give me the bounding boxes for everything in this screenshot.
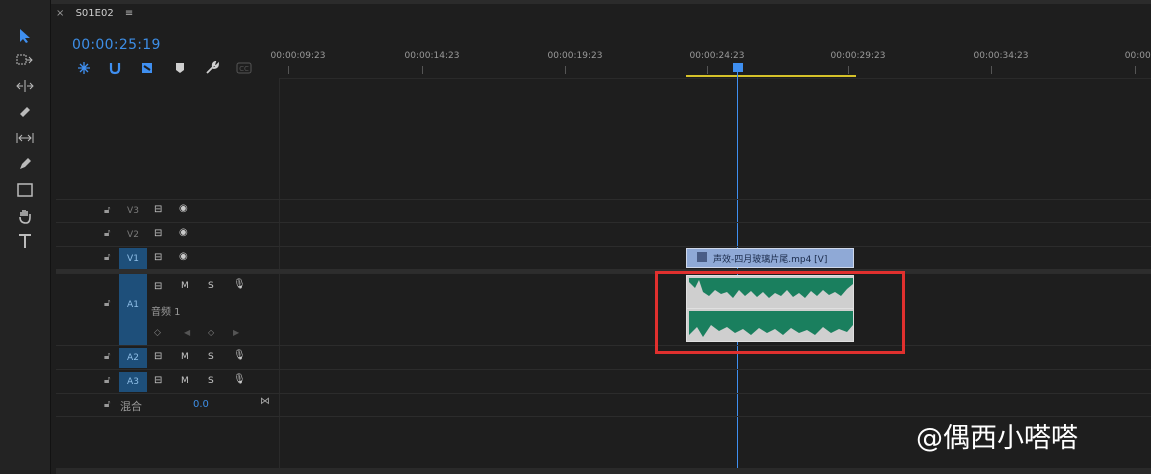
eye-icon[interactable]: ◉ — [179, 251, 188, 262]
lock-icon[interactable]: 🔓︎ — [104, 252, 110, 263]
lock-icon[interactable]: 🔓︎ — [104, 399, 110, 410]
hand-tool-icon[interactable] — [14, 206, 36, 226]
track-a1-name: 音频 1 — [151, 307, 181, 318]
slip-tool-icon[interactable] — [14, 128, 36, 148]
selection-tool-icon[interactable] — [14, 26, 36, 46]
sequence-tab[interactable]: × S01E02 ≡ — [56, 8, 133, 30]
video-clip-label: 声效-四月玻璃片尾.mp4 [V] — [713, 255, 828, 265]
ruler-tick — [707, 66, 708, 74]
svg-text:CC: CC — [239, 65, 249, 73]
horizontal-scrollbar[interactable] — [56, 468, 1151, 474]
prev-keyframe-icon[interactable]: ◀ — [184, 328, 190, 337]
next-keyframe-icon[interactable]: ▶ — [233, 328, 239, 337]
mix-end-icon[interactable]: ⋈ — [260, 396, 270, 407]
solo-button[interactable]: S — [208, 281, 214, 291]
linked-selection-icon[interactable] — [139, 60, 155, 76]
track-a3-label[interactable]: A3 — [119, 372, 147, 392]
video-clip[interactable]: 声效-四月玻璃片尾.mp4 [V] — [686, 248, 854, 268]
solo-button[interactable]: S — [208, 352, 214, 362]
track-v2-label[interactable]: V2 — [119, 225, 147, 245]
ripple-edit-tool-icon[interactable] — [14, 76, 36, 96]
solo-button[interactable]: S — [208, 376, 214, 386]
lock-icon[interactable]: 🔓︎ — [104, 205, 110, 216]
ruler-tick-label: 00:00:24:23 — [689, 51, 745, 61]
playhead-handle[interactable] — [733, 63, 743, 72]
settings-wrench-icon[interactable] — [204, 60, 220, 76]
ruler-tick-label: 00:00:14:23 — [404, 51, 460, 61]
type-tool-icon[interactable] — [14, 231, 36, 251]
ruler-tick — [1135, 66, 1136, 74]
sequence-tab-label: S01E02 — [75, 8, 114, 19]
track-select-tool-icon[interactable] — [14, 50, 36, 70]
ruler-tick — [991, 66, 992, 74]
ruler-tick — [288, 66, 289, 74]
mix-track-label: 混合 — [120, 400, 142, 413]
track-mix: 🔓︎ 混合 ⋈ — [56, 393, 1151, 417]
add-keyframe-icon[interactable]: ◇ — [208, 328, 214, 337]
ruler-tick-label: 00:00:39 — [1124, 51, 1151, 61]
track-v1: 🔓︎ V1 ⊟ ◉ — [56, 246, 1151, 270]
lock-icon[interactable]: 🔓︎ — [104, 228, 110, 239]
ruler-tick — [565, 66, 566, 74]
track-a3: 🔓︎ A3 ⊟ M S 🎙︎ — [56, 369, 1151, 394]
keyframe-toggle-icon[interactable]: ◇ — [154, 328, 161, 338]
track-a1: 🔓︎ A1 ⊟ M S 🎙︎ 音频 1 ◇ ◀ ◇ ▶ — [56, 273, 1151, 346]
ruler-tick-label: 00:00:29:23 — [830, 51, 886, 61]
sync-lock-icon[interactable]: ⊟ — [154, 204, 162, 215]
snap-icon[interactable] — [107, 60, 123, 76]
microphone-icon[interactable]: 🎙︎ — [233, 374, 246, 385]
lock-icon[interactable]: 🔓︎ — [104, 351, 110, 362]
rectangle-tool-icon[interactable] — [14, 180, 36, 200]
track-a2: 🔓︎ A2 ⊟ M S 🎙︎ — [56, 345, 1151, 370]
ruler-tick — [848, 66, 849, 74]
highlight-box — [655, 271, 905, 354]
mix-volume-value[interactable]: 0.0 — [193, 399, 209, 410]
timecode-display[interactable]: 00:00:25:19 — [72, 37, 161, 53]
mute-button[interactable]: M — [181, 352, 189, 362]
track-v3: 🔓︎ V3 ⊟ ◉ — [56, 199, 1151, 223]
sync-lock-icon[interactable]: ⊟ — [154, 375, 162, 386]
panel-top-border — [51, 0, 1151, 4]
lock-icon[interactable]: 🔓︎ — [104, 298, 110, 309]
track-v1-label[interactable]: V1 — [119, 248, 147, 270]
track-v2: 🔓︎ V2 ⊟ ◉ — [56, 222, 1151, 247]
eye-icon[interactable]: ◉ — [179, 227, 188, 238]
close-icon[interactable]: × — [56, 8, 64, 19]
eye-icon[interactable]: ◉ — [179, 203, 188, 214]
ruler-tick-label: 00:00:34:23 — [973, 51, 1029, 61]
ruler-tick-label: 00:00:09:23 — [270, 51, 326, 61]
sync-lock-icon[interactable]: ⊟ — [154, 281, 162, 292]
ruler-tick-label: 00:00:19:23 — [547, 51, 603, 61]
sync-lock-icon[interactable]: ⊟ — [154, 228, 162, 239]
menu-icon[interactable]: ≡ — [125, 8, 133, 19]
microphone-icon[interactable]: 🎙︎ — [233, 350, 246, 361]
track-a2-label[interactable]: A2 — [119, 348, 147, 368]
sync-lock-icon[interactable]: ⊟ — [154, 351, 162, 362]
ruler-tick — [422, 66, 423, 74]
captions-icon[interactable]: CC — [236, 60, 252, 76]
lock-icon[interactable]: 🔓︎ — [104, 375, 110, 386]
work-area-bar[interactable] — [686, 75, 856, 77]
sync-lock-icon[interactable]: ⊟ — [154, 252, 162, 263]
mute-button[interactable]: M — [181, 376, 189, 386]
track-v3-label[interactable]: V3 — [119, 201, 147, 221]
microphone-icon[interactable]: 🎙︎ — [233, 279, 246, 290]
add-marker-icon[interactable] — [172, 60, 188, 76]
nest-icon[interactable] — [76, 60, 92, 76]
mute-button[interactable]: M — [181, 281, 189, 291]
pen-tool-icon[interactable] — [14, 154, 36, 174]
razor-tool-icon[interactable] — [14, 102, 36, 122]
fx-badge-icon — [697, 252, 707, 262]
tools-panel — [0, 0, 51, 474]
track-a1-label[interactable]: A1 — [119, 274, 147, 346]
watermark: @偶西小嗒嗒 — [916, 423, 1078, 454]
